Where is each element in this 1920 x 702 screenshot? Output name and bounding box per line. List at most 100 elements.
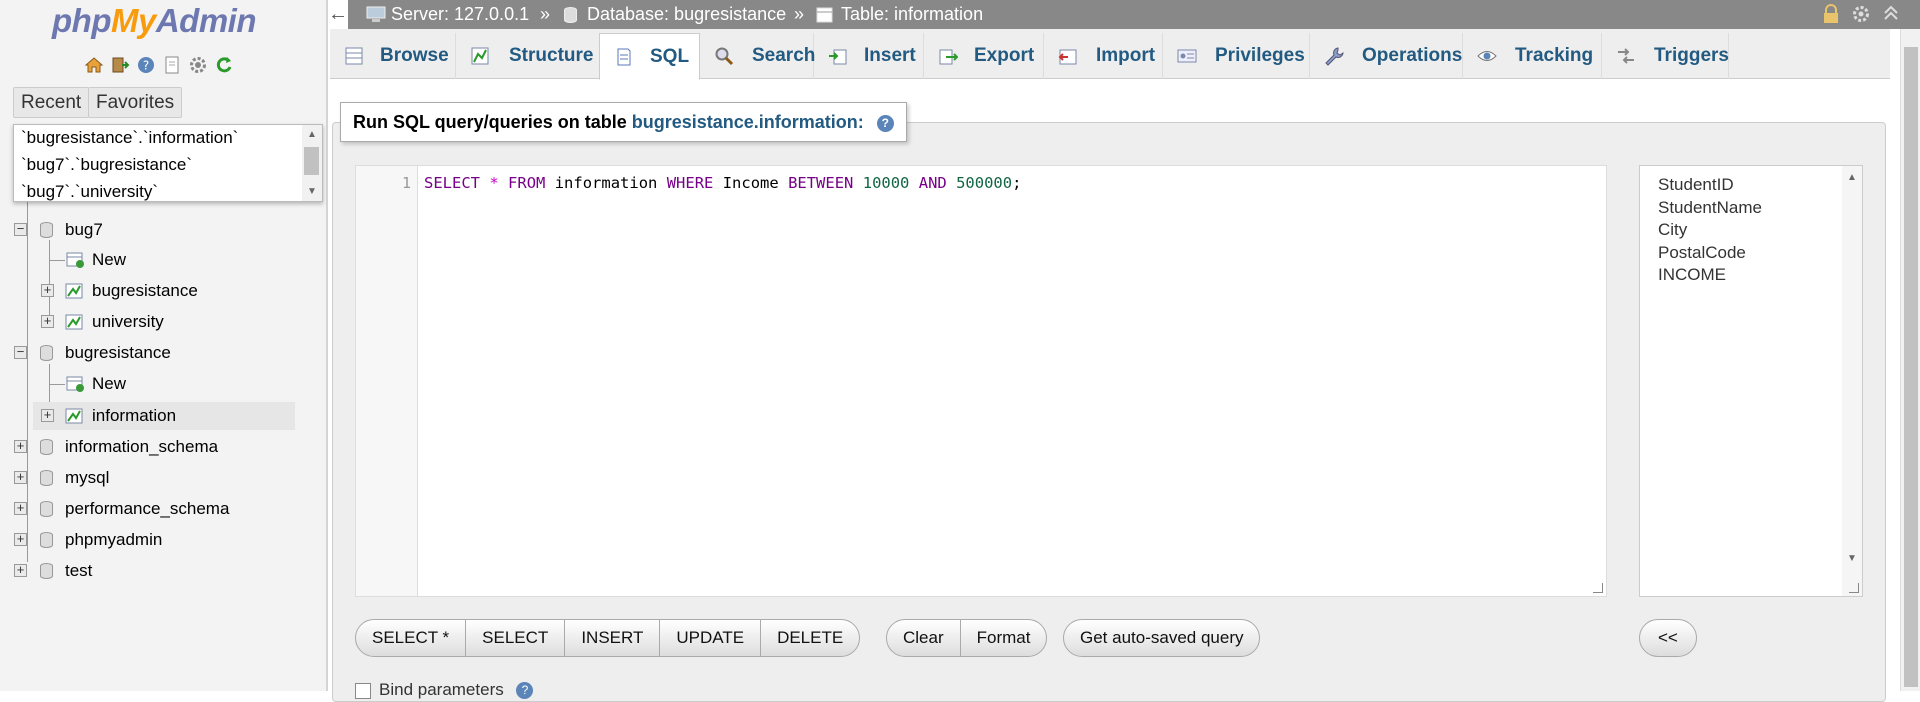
insert-button[interactable]: INSERT xyxy=(565,620,661,656)
breadcrumb-server[interactable]: Server: 127.0.0.1 xyxy=(391,0,529,29)
format-button[interactable]: Format xyxy=(961,620,1047,656)
column-item[interactable]: INCOME xyxy=(1640,264,1862,287)
expand-icon[interactable]: + xyxy=(41,408,54,422)
tree-table-university[interactable]: + university xyxy=(0,308,326,336)
tab-triggers[interactable]: Triggers xyxy=(1602,33,1729,79)
editor-resize-handle[interactable] xyxy=(1593,583,1603,593)
expand-icon[interactable]: + xyxy=(14,563,27,577)
sql-code-line[interactable]: SELECT * FROM information WHERE Income B… xyxy=(424,174,1021,192)
panel-resizer[interactable] xyxy=(326,0,328,691)
phpmyadmin-logo[interactable]: phpMyAdmin xyxy=(52,2,257,40)
expand-icon[interactable]: + xyxy=(41,283,54,297)
columns-list[interactable]: StudentID StudentName City PostalCode IN… xyxy=(1639,165,1863,597)
tree-table-information[interactable]: + information xyxy=(33,402,295,430)
tree-label[interactable]: information_schema xyxy=(65,433,218,461)
recent-item[interactable]: `bug7`.`bugresistance` xyxy=(14,152,322,179)
column-item[interactable]: PostalCode xyxy=(1640,242,1862,265)
tab-search[interactable]: Search xyxy=(700,33,815,79)
tree-label[interactable]: mysql xyxy=(65,464,109,492)
sql-identifier: information xyxy=(554,174,658,192)
exit-icon[interactable] xyxy=(110,55,130,75)
recent-item[interactable]: `bug7`.`university` xyxy=(14,179,322,201)
recent-tables-list[interactable]: `bugresistance`.`information` `bug7`.`bu… xyxy=(13,124,323,202)
settings-gear-icon[interactable] xyxy=(188,55,208,75)
database-icon xyxy=(40,222,53,238)
tree-label[interactable]: phpmyadmin xyxy=(65,526,162,554)
sql-keyword: BETWEEN xyxy=(788,174,854,192)
help-icon[interactable]: ? xyxy=(136,55,156,75)
expand-icon[interactable]: + xyxy=(14,501,27,515)
scroll-up-icon[interactable]: ▲ xyxy=(1847,172,1857,183)
expand-icon[interactable]: + xyxy=(14,470,27,484)
tree-table-bugresistance[interactable]: + bugresistance xyxy=(0,277,326,305)
scroll-thumb[interactable] xyxy=(304,147,319,175)
collapse-icon[interactable]: − xyxy=(14,222,27,236)
lock-icon[interactable] xyxy=(1820,4,1842,26)
recent-list-scrollbar[interactable]: ▲ ▼ xyxy=(302,125,322,201)
page-scrollbar[interactable] xyxy=(1900,29,1920,691)
tab-insert[interactable]: Insert xyxy=(814,33,924,79)
tree-label[interactable]: New xyxy=(92,246,126,274)
expand-icon[interactable]: + xyxy=(41,314,54,328)
delete-button[interactable]: DELETE xyxy=(761,620,859,656)
settings-gear-icon[interactable] xyxy=(1850,4,1872,26)
columns-scrollbar[interactable]: ▲ ▼ xyxy=(1842,166,1862,596)
update-button[interactable]: UPDATE xyxy=(660,620,762,656)
documentation-icon[interactable] xyxy=(162,55,182,75)
expand-icon[interactable]: + xyxy=(14,439,27,453)
tab-structure[interactable]: Structure xyxy=(456,33,602,79)
home-icon[interactable] xyxy=(84,55,104,75)
scroll-down-icon[interactable]: ▼ xyxy=(1847,553,1857,564)
recent-tab[interactable]: Recent xyxy=(13,87,90,118)
tree-db-test[interactable]: + test xyxy=(0,557,326,585)
tree-label[interactable]: bugresistance xyxy=(65,339,171,367)
tree-db-bugresistance[interactable]: − bugresistance xyxy=(0,339,326,367)
tree-db-mysql[interactable]: + mysql xyxy=(0,464,326,492)
collapse-nav-arrow-icon[interactable]: ← xyxy=(328,0,348,29)
table-icon xyxy=(65,283,83,299)
collapse-top-icon[interactable] xyxy=(1880,4,1902,26)
tree-new-table[interactable]: New xyxy=(0,246,326,274)
tab-export[interactable]: Export xyxy=(924,33,1044,79)
tree-label[interactable]: test xyxy=(65,557,92,585)
scroll-up-icon[interactable]: ▲ xyxy=(307,129,317,140)
bind-parameters-option[interactable]: Bind parameters ? xyxy=(355,680,534,700)
tree-db-bug7[interactable]: − bug7 xyxy=(0,216,326,244)
reload-icon[interactable] xyxy=(214,55,234,75)
tree-db-phpmyadmin[interactable]: + phpmyadmin xyxy=(0,526,326,554)
column-item[interactable]: StudentID xyxy=(1640,174,1862,197)
favorites-tab[interactable]: Favorites xyxy=(88,87,183,118)
get-autosaved-query-button[interactable]: Get auto-saved query xyxy=(1064,620,1259,656)
help-icon[interactable]: ? xyxy=(876,114,894,132)
tree-label[interactable]: performance_schema xyxy=(65,495,229,523)
collapse-icon[interactable]: − xyxy=(14,345,27,359)
tab-browse[interactable]: Browse xyxy=(330,33,456,79)
tab-privileges[interactable]: Privileges xyxy=(1163,33,1310,79)
tab-operations[interactable]: Operations xyxy=(1310,33,1463,79)
expand-icon[interactable]: + xyxy=(14,532,27,546)
breadcrumb-database[interactable]: Database: bugresistance xyxy=(587,0,786,29)
recent-item[interactable]: `bugresistance`.`information` xyxy=(14,125,322,152)
tree-label[interactable]: New xyxy=(92,370,126,398)
tree-label[interactable]: bug7 xyxy=(65,216,103,244)
collapse-columns-button[interactable]: << xyxy=(1640,620,1696,656)
tree-label[interactable]: university xyxy=(92,308,164,336)
page-scroll-thumb[interactable] xyxy=(1904,47,1918,687)
tree-db-information-schema[interactable]: + information_schema xyxy=(0,433,326,461)
column-item[interactable]: City xyxy=(1640,219,1862,242)
sql-editor[interactable]: 1 SELECT * FROM information WHERE Income… xyxy=(355,165,1607,597)
tree-new-table[interactable]: New xyxy=(0,370,326,398)
column-item[interactable]: StudentName xyxy=(1640,197,1862,220)
columns-resize-handle[interactable] xyxy=(1849,583,1859,593)
tree-db-performance-schema[interactable]: + performance_schema xyxy=(0,495,326,523)
tree-label[interactable]: bugresistance xyxy=(92,277,198,305)
clear-button[interactable]: Clear xyxy=(887,620,961,656)
tab-tracking[interactable]: Tracking xyxy=(1463,33,1602,79)
tab-sql[interactable]: SQL xyxy=(599,33,700,80)
select-star-button[interactable]: SELECT * xyxy=(356,620,467,656)
scroll-down-icon[interactable]: ▼ xyxy=(307,186,317,197)
breadcrumb-table[interactable]: Table: information xyxy=(841,0,983,29)
tree-label[interactable]: information xyxy=(92,402,176,430)
select-button[interactable]: SELECT xyxy=(466,620,566,656)
tab-import[interactable]: Import xyxy=(1044,33,1163,79)
